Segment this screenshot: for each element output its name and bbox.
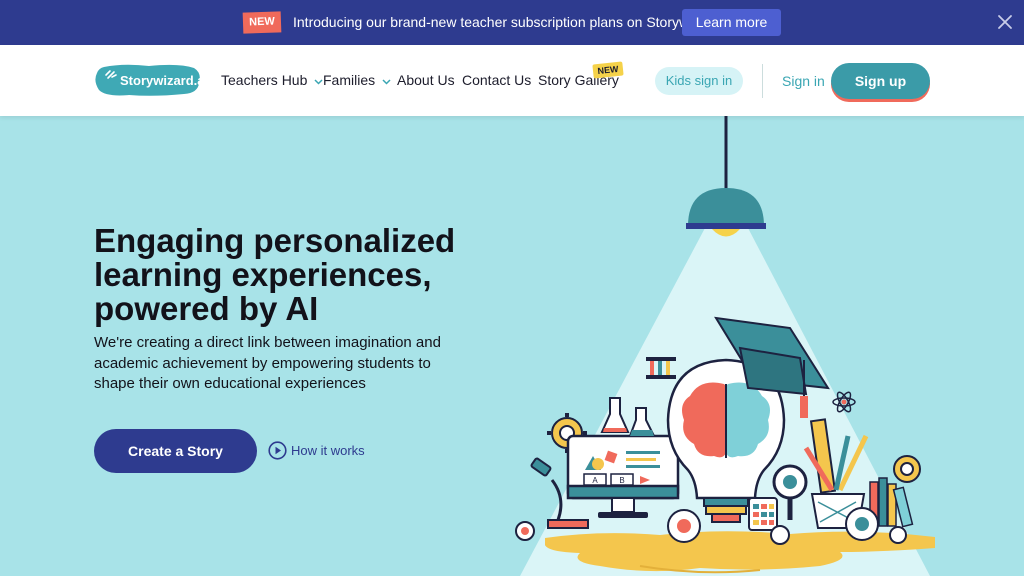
small-gear-icon (515, 521, 535, 541)
nav-contact-us[interactable]: Contact Us (462, 72, 531, 89)
hero-subtitle: We're creating a direct link between ima… (94, 334, 441, 392)
logo[interactable]: Storywizard.ai (94, 63, 208, 97)
story-gallery-new-tag: NEW (592, 61, 624, 79)
hero-title-line-2: learning experiences, (94, 256, 432, 293)
screen-button-b: B (619, 476, 624, 485)
nav-families-label: Families (323, 72, 376, 88)
calculator-icon (748, 497, 778, 531)
sign-in-link[interactable]: Sign in (782, 73, 825, 89)
announcement-message: Introducing our brand-new teacher subscr… (293, 14, 735, 30)
play-icon (268, 441, 287, 460)
logo-text: Storywizard.ai (120, 73, 209, 88)
kids-sign-in-button[interactable]: Kids sign in (655, 67, 743, 95)
chevron-down-icon (314, 79, 323, 85)
create-story-button[interactable]: Create a Story (94, 429, 257, 473)
site-header: Storywizard.ai Teachers Hub Families Abo… (0, 45, 1024, 116)
nav-about-us[interactable]: About Us (397, 72, 455, 89)
sign-up-button[interactable]: Sign up (831, 63, 930, 99)
chevron-down-icon (382, 79, 391, 85)
nav-teachers-hub[interactable]: Teachers Hub (221, 72, 323, 89)
screen-button-a: A (592, 476, 598, 485)
close-icon[interactable] (996, 13, 1014, 31)
hero-title: Engaging personalized learning experienc… (94, 224, 494, 326)
lamp-icon (686, 188, 766, 237)
nav-families[interactable]: Families (323, 72, 391, 89)
header-divider (762, 64, 763, 98)
hero-title-line-1: Engaging personalized (94, 222, 456, 259)
new-badge: NEW (242, 11, 282, 34)
hero-illustration: A B (515, 116, 935, 576)
right-gear-icon (893, 455, 921, 483)
how-it-works-label: How it works (291, 443, 365, 458)
learn-more-button[interactable]: Learn more (682, 9, 781, 36)
hero-title-line-3: powered by AI (94, 290, 319, 327)
nav-teachers-hub-label: Teachers Hub (221, 72, 308, 88)
announcement-bar: NEW Introducing our brand-new teacher su… (0, 0, 1024, 45)
